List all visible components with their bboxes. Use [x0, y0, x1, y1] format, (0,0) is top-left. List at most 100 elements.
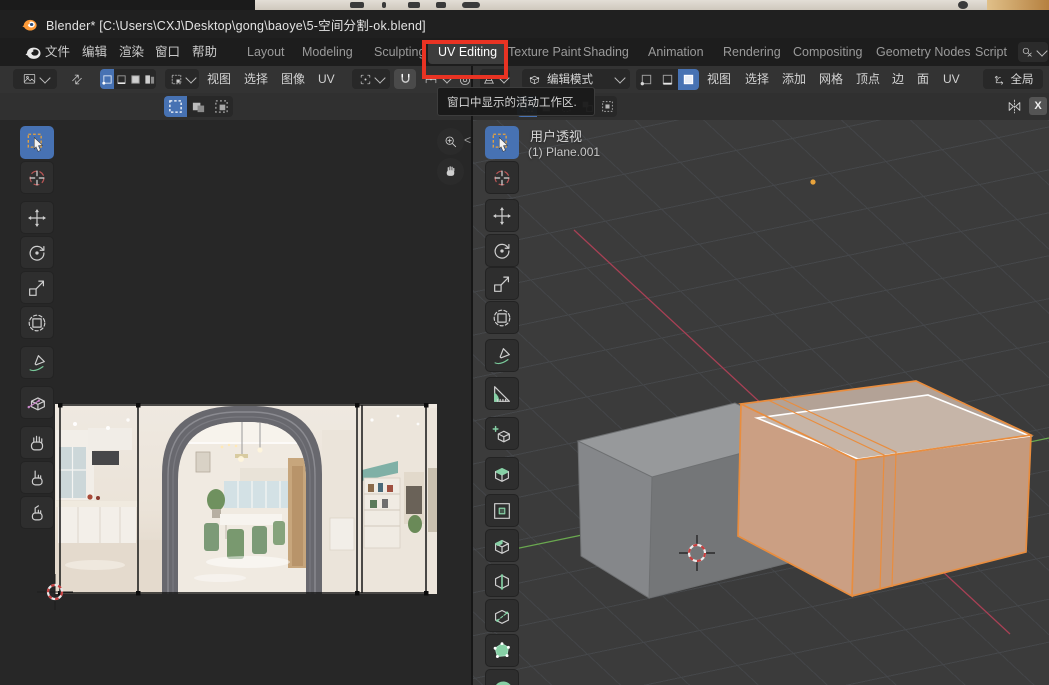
tab-layout[interactable]: Layout: [247, 38, 285, 66]
tool-annotate[interactable]: [20, 346, 54, 379]
editor-type-dropdown[interactable]: [480, 69, 510, 89]
pivot-icon: [359, 73, 372, 86]
tool-measure[interactable]: [485, 377, 519, 410]
scene-selector[interactable]: [1018, 42, 1048, 62]
vp-menu-mesh[interactable]: 网格: [819, 66, 843, 92]
uv-menu-view[interactable]: 视图: [207, 66, 231, 92]
vp-menu-edge[interactable]: 边: [892, 66, 904, 92]
uv-editor-scene: [0, 120, 472, 685]
menu-file[interactable]: 文件: [41, 38, 74, 66]
tool-cursor[interactable]: [20, 161, 54, 194]
vp-menu-vertex[interactable]: 顶点: [856, 66, 880, 92]
symmetry-x-toggle[interactable]: X: [1029, 97, 1047, 115]
tab-geometry-nodes[interactable]: Geometry Nodes: [876, 38, 970, 66]
vp-menu-select[interactable]: 选择: [745, 66, 769, 92]
tab-shading[interactable]: Shading: [583, 38, 629, 66]
zoom-button[interactable]: [437, 128, 464, 155]
select-subtract-button[interactable]: [210, 96, 233, 117]
menu-help[interactable]: 帮助: [188, 38, 221, 66]
sticky-selection-dropdown[interactable]: [165, 69, 199, 89]
tool-add-cube[interactable]: [485, 417, 519, 450]
transform-orientation-dropdown[interactable]: 全局: [983, 69, 1043, 89]
tab-script[interactable]: Script: [975, 38, 1007, 66]
background-icon: [382, 2, 386, 8]
mode-label: 编辑模式: [547, 71, 593, 87]
window-title: Blender* [C:\Users\CXJ\Desktop\gong\baoy…: [46, 15, 426, 34]
viewport-canvas[interactable]: [473, 120, 1049, 685]
uv-menu-select[interactable]: 选择: [244, 66, 268, 92]
tool-knife[interactable]: [485, 599, 519, 632]
tab-sculpting[interactable]: Sculpting: [374, 38, 425, 66]
mode-dropdown[interactable]: 编辑模式: [522, 69, 630, 89]
tool-scale[interactable]: [485, 267, 519, 300]
vp-menu-view[interactable]: 视图: [707, 66, 731, 92]
vp-menu-add[interactable]: 添加: [782, 66, 806, 92]
tool-annotate[interactable]: [485, 339, 519, 372]
tool-pinch[interactable]: [20, 496, 54, 529]
tab-uv-editing[interactable]: UV Editing: [428, 41, 507, 64]
menu-window[interactable]: 窗口: [151, 38, 184, 66]
uv-select-mode-vertex[interactable]: [100, 69, 114, 89]
tab-animation[interactable]: Animation: [648, 38, 704, 66]
magnet-icon: [399, 73, 412, 86]
select-intersect-button[interactable]: [597, 96, 617, 117]
tool-transform[interactable]: [485, 301, 519, 334]
editor-type-dropdown[interactable]: [13, 69, 57, 89]
tool-inset-faces[interactable]: [485, 494, 519, 527]
tool-tweak-select[interactable]: [485, 126, 519, 159]
uv-sidebar-toggle[interactable]: <: [464, 133, 471, 147]
uv-menu-uv[interactable]: UV: [318, 66, 335, 92]
snap-increment-icon: [423, 73, 439, 86]
chevron-down-icon: [1036, 45, 1047, 56]
snap-with-dropdown[interactable]: [419, 69, 455, 89]
uv-editor-canvas[interactable]: [0, 120, 472, 685]
light-object-dot[interactable]: [810, 179, 815, 184]
tool-relax[interactable]: [20, 461, 54, 494]
tool-cursor[interactable]: [485, 161, 519, 194]
select-extend-button[interactable]: [187, 96, 210, 117]
tool-rotate[interactable]: [20, 236, 54, 269]
sticky-select-icon: [170, 73, 183, 86]
tool-move[interactable]: [20, 201, 54, 234]
tool-move[interactable]: [485, 199, 519, 232]
viewport-object-label: (1) Plane.001: [528, 145, 600, 159]
background-icon: [408, 2, 420, 8]
tool-rip-region[interactable]: [20, 386, 54, 419]
tool-spin[interactable]: [485, 669, 519, 685]
chevron-down-icon: [185, 72, 196, 83]
select-mode-vertex[interactable]: [636, 69, 657, 90]
menu-edit[interactable]: 编辑: [78, 38, 111, 66]
select-mode-face[interactable]: [678, 69, 699, 90]
tab-modeling[interactable]: Modeling: [302, 38, 353, 66]
snap-toggle[interactable]: [394, 69, 416, 89]
tool-extrude-region[interactable]: [485, 457, 519, 490]
tool-transform[interactable]: [20, 306, 54, 339]
tool-loop-cut[interactable]: [485, 564, 519, 597]
pan-button[interactable]: [437, 158, 464, 185]
tool-grab[interactable]: [20, 426, 54, 459]
vp-menu-uv[interactable]: UV: [943, 66, 960, 92]
select-mode-edge[interactable]: [657, 69, 678, 90]
background-window-wood-area: [987, 0, 1049, 10]
chevron-down-icon: [39, 72, 50, 83]
uv-menu-image[interactable]: 图像: [281, 66, 305, 92]
tool-tweak-select[interactable]: [20, 126, 54, 159]
uv-select-mode-island[interactable]: [142, 69, 156, 89]
editor-divider[interactable]: [471, 66, 473, 685]
tool-scale[interactable]: [20, 271, 54, 304]
uv-sync-toggle[interactable]: [64, 69, 90, 89]
tab-compositing[interactable]: Compositing: [793, 38, 862, 66]
tool-poly-build[interactable]: [485, 634, 519, 667]
uv-select-mode-edge[interactable]: [114, 69, 128, 89]
select-new-button[interactable]: [164, 96, 187, 117]
tool-bevel[interactable]: [485, 529, 519, 562]
menu-render[interactable]: 渲染: [115, 38, 148, 66]
pivot-point-dropdown[interactable]: [352, 69, 390, 89]
vp-menu-face[interactable]: 面: [917, 66, 929, 92]
tab-texture-paint[interactable]: Texture Paint: [508, 38, 581, 66]
tab-rendering[interactable]: Rendering: [723, 38, 781, 66]
blender-logo-icon[interactable]: [24, 45, 42, 60]
tool-rotate[interactable]: [485, 234, 519, 267]
uv-select-mode-face[interactable]: [128, 69, 142, 89]
proportional-editing-icon[interactable]: [458, 73, 472, 87]
